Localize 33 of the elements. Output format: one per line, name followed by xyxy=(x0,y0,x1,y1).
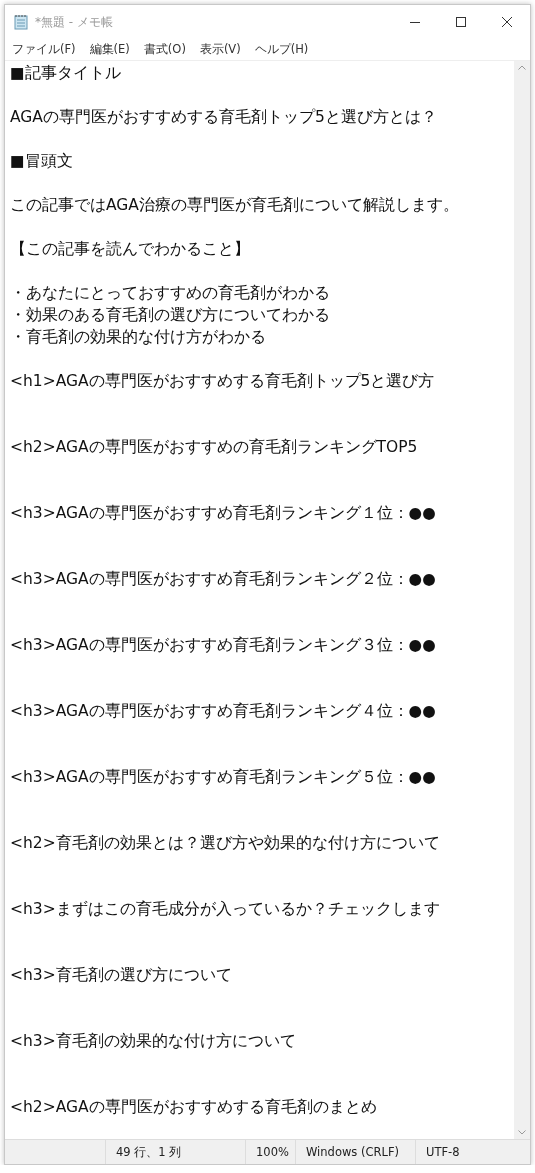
text-line: <h3>AGAの専門医がおすすめ育毛剤ランキング１位：●● xyxy=(10,503,437,524)
menu-item[interactable]: ヘルプ(H) xyxy=(253,42,310,57)
window-title: *無題 - メモ帳 xyxy=(35,13,114,31)
text-line: ・効果のある育毛剤の選び方についてわかる xyxy=(10,305,331,326)
text-line: <h3>まずはこの育毛成分が入っているか？チェックします xyxy=(10,899,441,920)
text-line: ■記事タイトル xyxy=(10,63,122,84)
text-line: <h3>育毛剤の選び方について xyxy=(10,965,233,986)
text-line: <h1>AGAの専門医がおすすめする育毛剤トップ5と選び方 xyxy=(10,371,436,392)
cursor-position: 49 行、1 列 xyxy=(105,1140,245,1164)
text-line: <h3>AGAの専門医がおすすめ育毛剤ランキング２位：●● xyxy=(10,569,437,590)
text-line: <h3>AGAの専門医がおすすめ育毛剤ランキング３位：●● xyxy=(10,635,437,656)
text-line: <h2>AGAの専門医がおすすめする育毛剤のまとめ xyxy=(10,1097,378,1118)
menu-item[interactable]: 書式(O) xyxy=(142,42,187,57)
text-line: この記事ではAGA治療の専門医が育毛剤について解説します。 xyxy=(10,195,460,216)
text-line: ・あなたにとっておすすめの育毛剤がわかる xyxy=(10,283,331,304)
text-line: <h2>育毛剤の効果とは？選び方や効果的な付け方について xyxy=(10,833,441,854)
text-line: <h3>AGAの専門医がおすすめ育毛剤ランキング５位：●● xyxy=(10,767,437,788)
notepad-icon xyxy=(13,14,29,30)
menu-item[interactable]: 表示(V) xyxy=(198,42,242,57)
text-line: 【この記事を読んでわかること】 xyxy=(10,239,251,260)
maximize-icon[interactable] xyxy=(456,17,466,27)
text-line: ・育毛剤の効果的な付け方がわかる xyxy=(10,327,267,348)
text-line: <h2>AGAの専門医がおすすめの育毛剤ランキングTOP5 xyxy=(10,437,419,458)
menu-item[interactable]: ファイル(F) xyxy=(11,42,77,57)
text-line: AGAの専門医がおすすめする育毛剤トップ5と選び方とは？ xyxy=(10,107,438,128)
close-icon[interactable] xyxy=(502,17,512,27)
menu-item[interactable]: 編集(E) xyxy=(88,42,131,57)
zoom-level: 100% xyxy=(245,1140,295,1164)
line-ending: Windows (CRLF) xyxy=(295,1140,415,1164)
encoding: UTF-8 xyxy=(415,1140,530,1164)
text-line: ■冒頭文 xyxy=(10,151,74,172)
text-line: <h3>育毛剤の効果的な付け方について xyxy=(10,1031,297,1052)
text-line: <h3>AGAの専門医がおすすめ育毛剤ランキング４位：●● xyxy=(10,701,437,722)
